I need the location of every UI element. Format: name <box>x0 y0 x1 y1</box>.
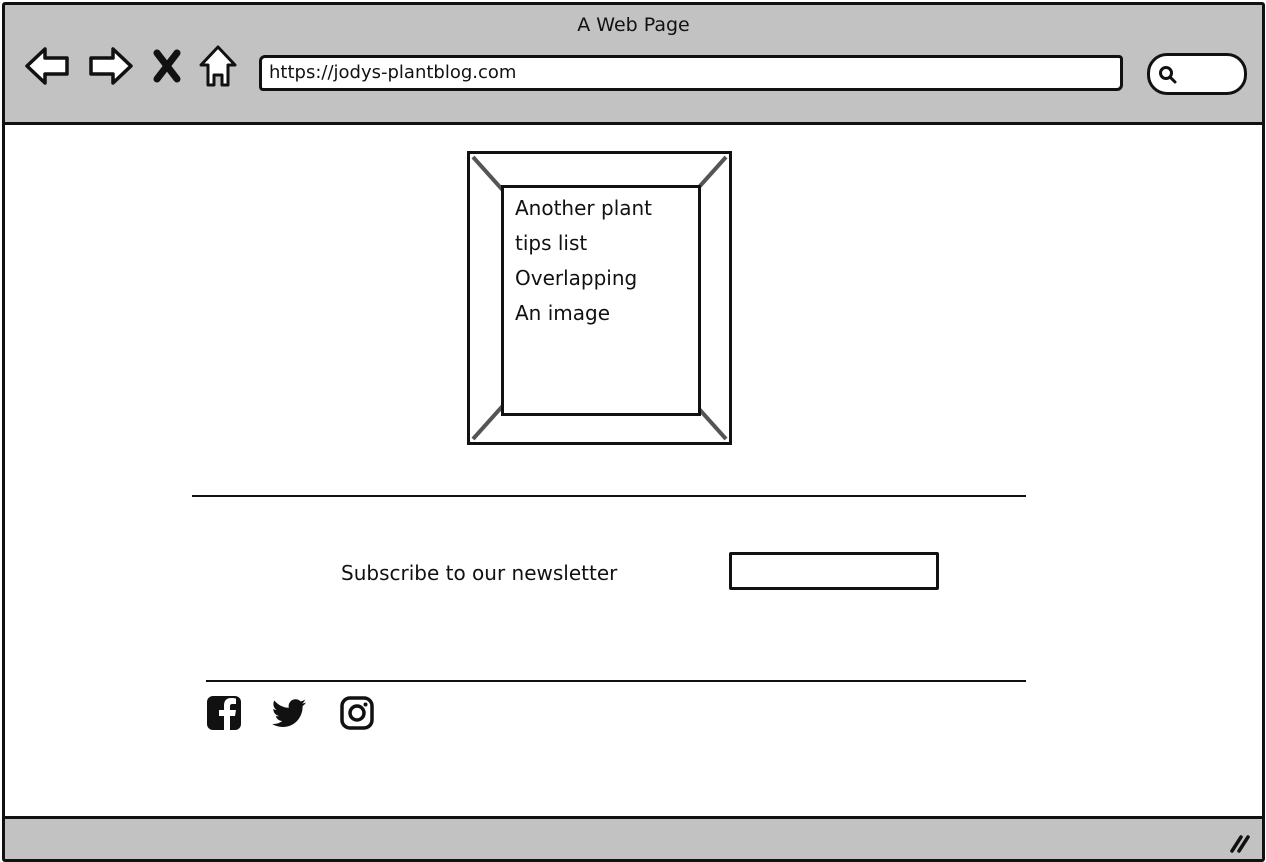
url-text: https://jodys-plantblog.com <box>269 62 517 83</box>
back-arrow-icon <box>25 47 69 85</box>
instagram-link[interactable] <box>339 695 375 731</box>
home-icon <box>199 45 237 87</box>
resize-grip-icon[interactable] <box>1228 833 1252 853</box>
twitter-link[interactable] <box>271 695 307 731</box>
newsletter-label: Subscribe to our newsletter <box>341 561 618 585</box>
overlay-line-2: tips list <box>515 231 588 255</box>
forward-arrow-icon <box>89 47 133 85</box>
overlay-line-1: Another plant <box>515 196 653 220</box>
instagram-icon <box>340 696 374 730</box>
overlay-text-box: Another plant tips list Overlapping An i… <box>501 185 701 416</box>
window-title: A Web Page <box>577 14 690 36</box>
browser-window: A Web Page https://jodys-plantblog.com A… <box>2 2 1265 862</box>
facebook-icon <box>207 696 241 730</box>
search-box[interactable] <box>1147 53 1247 95</box>
status-bar <box>5 816 1262 859</box>
overlay-line-3: Overlapping <box>515 266 638 290</box>
divider-top <box>192 495 1026 497</box>
browser-toolbar: A Web Page https://jodys-plantblog.com <box>5 5 1262 125</box>
forward-button[interactable] <box>85 41 135 91</box>
twitter-icon <box>272 699 306 727</box>
url-bar[interactable]: https://jodys-plantblog.com <box>259 55 1123 91</box>
home-button[interactable] <box>195 41 245 91</box>
overlay-line-4: An image <box>515 301 611 325</box>
close-icon <box>153 49 181 83</box>
divider-bottom <box>206 680 1026 682</box>
search-icon <box>1159 66 1177 84</box>
stop-button[interactable] <box>149 41 185 91</box>
facebook-link[interactable] <box>206 695 242 731</box>
newsletter-email-input[interactable] <box>729 552 939 590</box>
back-button[interactable] <box>23 41 73 91</box>
